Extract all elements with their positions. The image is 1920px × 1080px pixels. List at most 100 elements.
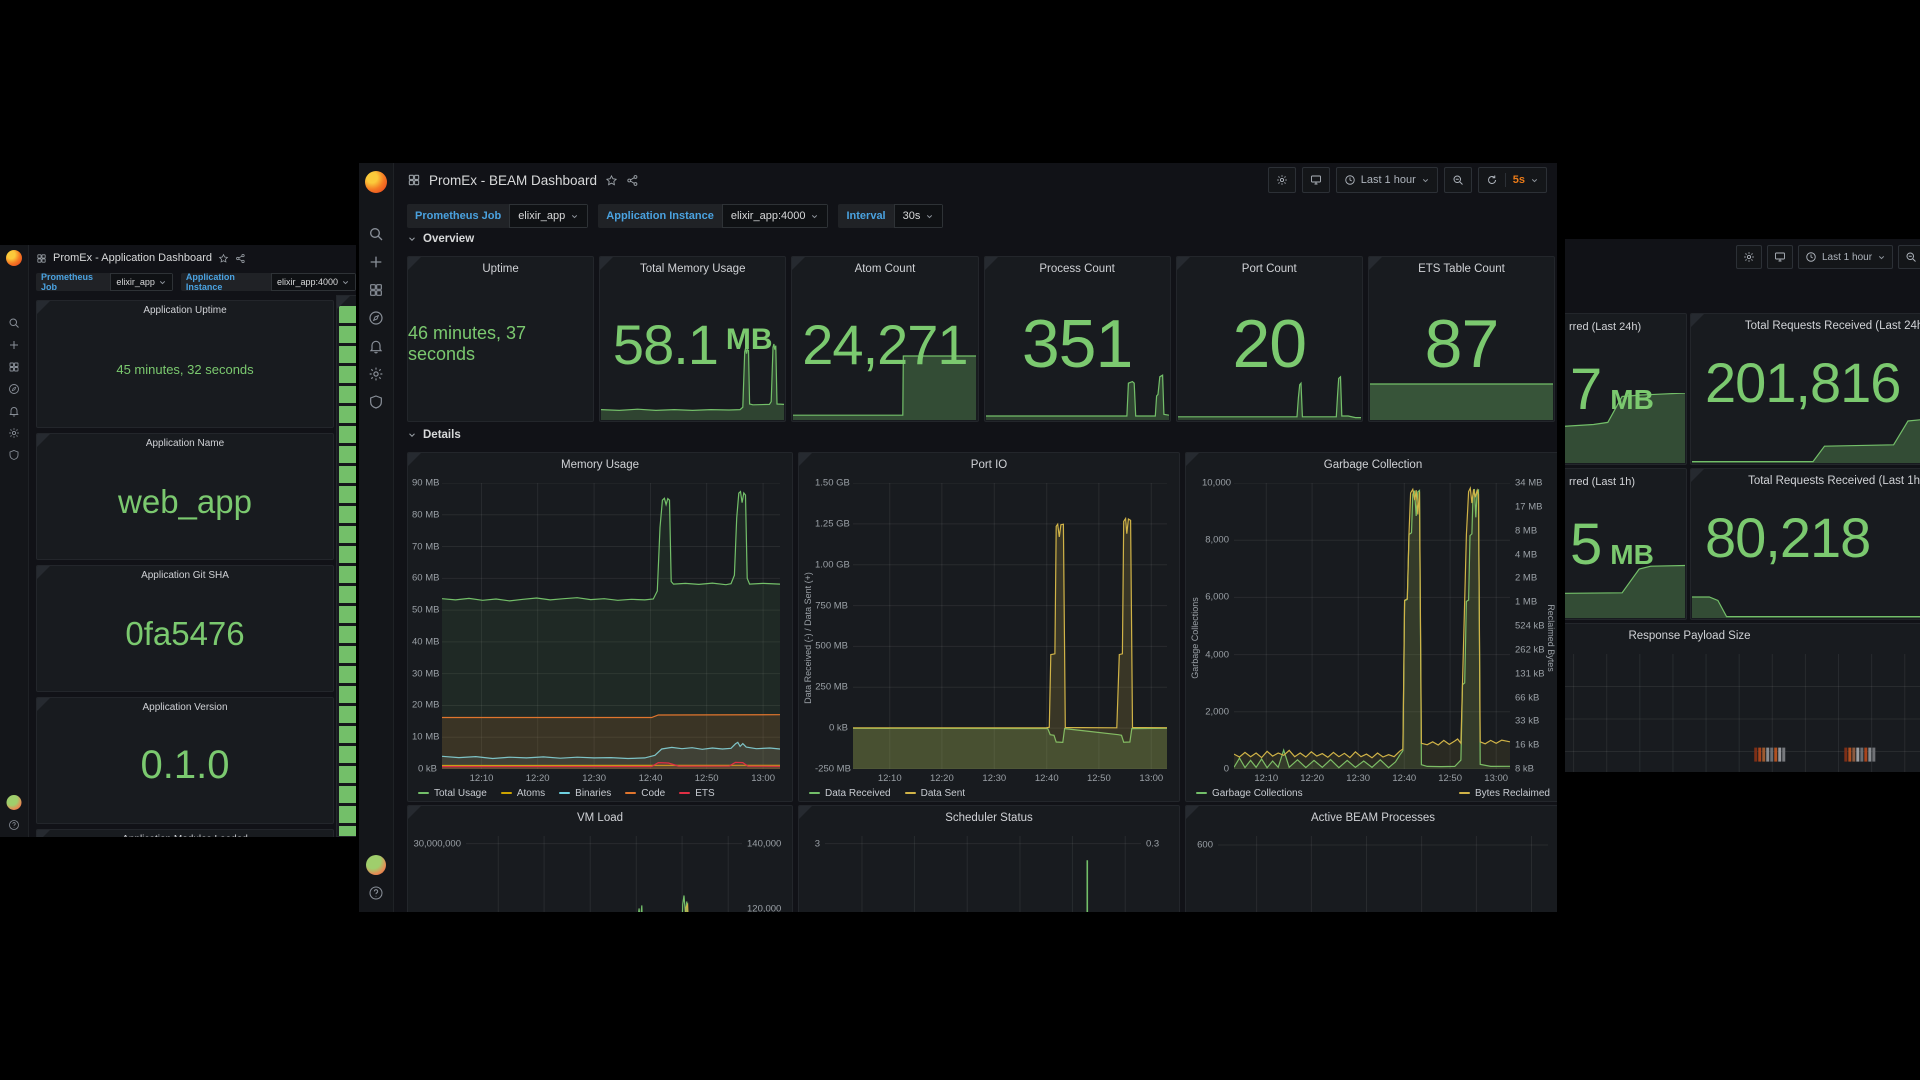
panel-info-icon[interactable] <box>600 257 613 270</box>
dashboard-title[interactable]: PromEx - Application Dashboard <box>53 252 212 264</box>
panel-title[interactable]: Response Payload Size <box>1565 624 1920 648</box>
legend-item[interactable]: Code <box>625 788 665 799</box>
panel-title[interactable]: Application Modules Loaded <box>37 830 333 837</box>
help-icon[interactable] <box>8 819 20 831</box>
dashboards-icon[interactable] <box>368 282 384 298</box>
dashboard-settings-button[interactable] <box>1736 245 1762 269</box>
panel-info-icon[interactable] <box>1186 453 1199 466</box>
variable-dropdown[interactable]: elixir_app <box>509 204 588 228</box>
legend-item[interactable]: ETS <box>679 788 714 799</box>
panel-info-icon[interactable] <box>1369 257 1382 270</box>
admin-icon[interactable] <box>8 449 20 461</box>
time-range-label: Last 1 hour <box>1822 252 1872 263</box>
panel-title[interactable]: Scheduler Status <box>799 806 1179 830</box>
panel-info-icon[interactable] <box>985 257 998 270</box>
panel-application-name: Application Name web_app <box>36 433 334 560</box>
panel-info-icon[interactable] <box>408 453 421 466</box>
admin-icon[interactable] <box>368 394 384 410</box>
legend-item[interactable]: Binaries <box>559 788 611 799</box>
panel-info-icon[interactable] <box>37 566 50 579</box>
panel-info-icon[interactable] <box>37 830 50 837</box>
variable-dropdown[interactable]: elixir_app:4000 <box>271 273 356 291</box>
search-icon[interactable] <box>368 226 384 242</box>
panel-title[interactable]: Port IO <box>799 453 1179 477</box>
refresh-interval-label: 5s <box>1513 174 1525 186</box>
panel-info-icon[interactable] <box>37 301 50 314</box>
panel-title[interactable]: Application Uptime <box>37 301 333 321</box>
panel-info-icon[interactable] <box>799 453 812 466</box>
panel-info-icon[interactable] <box>799 806 812 819</box>
panel-info-icon[interactable] <box>792 257 805 270</box>
legend-item[interactable]: Data Sent <box>905 788 965 799</box>
alerting-icon[interactable] <box>368 338 384 354</box>
panel-title[interactable]: Total Requests Received (Last 1h) <box>1691 469 1920 493</box>
panel-title[interactable]: Garbage Collection <box>1186 453 1557 477</box>
panel-info-icon[interactable] <box>1177 257 1190 270</box>
create-icon[interactable] <box>8 339 20 351</box>
search-icon[interactable] <box>8 317 20 329</box>
legend-item[interactable]: Bytes Reclaimed <box>1459 788 1550 799</box>
y-axis-label: Garbage Collections <box>1190 597 1200 679</box>
cycle-view-mode-button[interactable] <box>1302 167 1330 193</box>
panel-info-icon[interactable] <box>337 296 350 309</box>
legend-item[interactable]: Data Received <box>809 788 891 799</box>
panel-info-icon[interactable] <box>1691 469 1704 482</box>
legend-item[interactable]: Atoms <box>501 788 545 799</box>
dashboard-title[interactable]: PromEx - BEAM Dashboard <box>429 173 597 188</box>
panel-info-icon[interactable] <box>408 257 421 270</box>
row-details[interactable]: Details <box>407 429 461 441</box>
configuration-icon[interactable] <box>8 427 20 439</box>
panel-info-icon[interactable] <box>37 698 50 711</box>
panel-info-icon[interactable] <box>408 806 421 819</box>
panel-title[interactable]: Active BEAM Processes <box>1186 806 1557 830</box>
panel-info-icon[interactable] <box>1186 806 1199 819</box>
panel-title[interactable]: Total Requests Received (Last 24h) <box>1691 314 1920 338</box>
variable-dropdown[interactable]: elixir_app:4000 <box>722 204 829 228</box>
user-avatar[interactable] <box>7 795 22 810</box>
garbage-collection-chart[interactable]: 02,0004,0006,0008,00010,0008 kB16 kB33 k… <box>1190 477 1556 799</box>
refresh-picker[interactable]: 5s <box>1478 167 1547 193</box>
explore-icon[interactable] <box>368 310 384 326</box>
alerting-icon[interactable] <box>8 405 20 417</box>
response-payload-heatmap[interactable] <box>1565 648 1920 772</box>
dashboards-icon[interactable] <box>8 361 20 373</box>
share-icon[interactable] <box>626 174 639 187</box>
configuration-icon[interactable] <box>368 366 384 382</box>
variable-dropdown[interactable]: elixir_app <box>110 273 173 291</box>
panel-info-icon[interactable] <box>37 434 50 447</box>
memory-usage-chart[interactable]: 0 kB10 MB20 MB30 MB40 MB50 MB60 MB70 MB8… <box>412 477 788 799</box>
panel-info-icon[interactable] <box>1691 314 1704 327</box>
cycle-view-mode-button[interactable] <box>1767 245 1793 269</box>
vm-load-chart[interactable]: 25,000,00030,000,000120,000140,000 <box>412 830 788 912</box>
panel-title[interactable]: Application Version <box>37 698 333 718</box>
panel-title[interactable]: Application Git SHA <box>37 566 333 586</box>
zoom-out-button[interactable] <box>1444 167 1472 193</box>
dashboard-header: PromEx - BEAM Dashboard Last 1 hour 5s <box>393 163 1557 197</box>
active-beam-processes-chart[interactable]: 500600 <box>1190 830 1556 912</box>
explore-icon[interactable] <box>8 383 20 395</box>
panel-title[interactable]: rred (Last 1h) <box>1569 476 1635 488</box>
create-icon[interactable] <box>368 254 384 270</box>
grafana-logo-icon[interactable] <box>365 171 387 193</box>
panel-title[interactable]: rred (Last 24h) <box>1569 321 1641 333</box>
scheduler-status-chart[interactable]: 230.20.3 <box>803 830 1175 912</box>
bottom-panels-row: VM Load 25,000,00030,000,000120,000140,0… <box>407 805 1555 912</box>
port-io-chart[interactable]: -250 MB0 kB250 MB500 MB750 MB1.00 GB1.25… <box>803 477 1175 799</box>
time-range-picker[interactable]: Last 1 hour <box>1336 167 1438 193</box>
legend-item[interactable]: Garbage Collections <box>1196 788 1303 799</box>
star-icon[interactable] <box>218 253 229 264</box>
row-overview[interactable]: Overview <box>407 233 474 245</box>
share-icon[interactable] <box>235 253 246 264</box>
zoom-out-button[interactable] <box>1898 245 1920 269</box>
panel-title[interactable]: Application Name <box>37 434 333 454</box>
grafana-logo-icon[interactable] <box>6 250 22 266</box>
legend-item[interactable]: Total Usage <box>418 788 487 799</box>
help-icon[interactable] <box>368 885 384 901</box>
dashboard-settings-button[interactable] <box>1268 167 1296 193</box>
variable-dropdown[interactable]: 30s <box>894 204 944 228</box>
user-avatar[interactable] <box>366 855 386 875</box>
time-range-picker[interactable]: Last 1 hour <box>1798 245 1893 269</box>
panel-title[interactable]: VM Load <box>408 806 792 830</box>
star-icon[interactable] <box>605 174 618 187</box>
panel-title[interactable]: Memory Usage <box>408 453 792 477</box>
